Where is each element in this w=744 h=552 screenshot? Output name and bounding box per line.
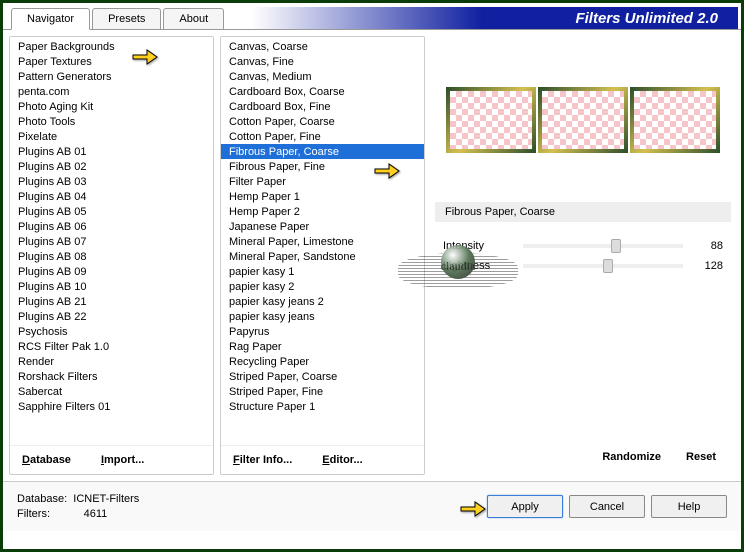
cancel-button[interactable]: Cancel bbox=[569, 495, 645, 518]
tab-presets[interactable]: Presets bbox=[92, 8, 161, 29]
list-item[interactable]: Sabercat bbox=[10, 384, 213, 399]
category-panel: Paper BackgroundsPaper TexturesPattern G… bbox=[9, 36, 214, 475]
list-item[interactable]: Plugins AB 04 bbox=[10, 189, 213, 204]
param-label: Intensity bbox=[443, 240, 523, 252]
list-item[interactable]: Striped Paper, Coarse bbox=[221, 369, 424, 384]
list-item[interactable]: penta.com bbox=[10, 84, 213, 99]
list-item[interactable]: Cardboard Box, Fine bbox=[221, 99, 424, 114]
list-item[interactable]: Cotton Paper, Coarse bbox=[221, 114, 424, 129]
database-button[interactable]: Database bbox=[22, 454, 71, 466]
list-item[interactable]: papier kasy 1 bbox=[221, 264, 424, 279]
list-item[interactable]: Cardboard Box, Coarse bbox=[221, 84, 424, 99]
list-item[interactable]: Hemp Paper 1 bbox=[221, 189, 424, 204]
app-title: Filters Unlimited 2.0 bbox=[575, 10, 718, 27]
main-panel: Paper BackgroundsPaper TexturesPattern G… bbox=[3, 29, 741, 481]
tab-navigator[interactable]: Navigator bbox=[11, 8, 90, 30]
list-item[interactable]: Fibrous Paper, Fine bbox=[221, 159, 424, 174]
list-item[interactable]: Structure Paper 1 bbox=[221, 399, 424, 414]
preview-frame bbox=[538, 87, 628, 153]
list-item[interactable]: Plugins AB 06 bbox=[10, 219, 213, 234]
list-item[interactable]: Fibrous Paper, Coarse bbox=[221, 144, 424, 159]
preview-image bbox=[446, 87, 720, 153]
right-panel: Fibrous Paper, Coarse Intensity 88 Lightne… bbox=[431, 36, 735, 475]
db-label: Database: bbox=[17, 493, 67, 505]
list-item[interactable]: Papyrus bbox=[221, 324, 424, 339]
tab-strip: Navigator Presets About bbox=[11, 8, 226, 29]
list-item[interactable]: Render bbox=[10, 354, 213, 369]
list-item[interactable]: Photo Aging Kit bbox=[10, 99, 213, 114]
filter-buttons: Filter Info... Editor... bbox=[221, 445, 424, 474]
list-item[interactable]: Hemp Paper 2 bbox=[221, 204, 424, 219]
footer-buttons: Apply Cancel Help bbox=[487, 495, 727, 518]
reset-button[interactable]: Reset bbox=[686, 451, 716, 463]
list-item[interactable]: papier kasy jeans bbox=[221, 309, 424, 324]
list-item[interactable]: Rag Paper bbox=[221, 339, 424, 354]
header-bar: Navigator Presets About Filters Unlimite… bbox=[3, 3, 741, 29]
list-item[interactable]: Mineral Paper, Sandstone bbox=[221, 249, 424, 264]
filters-count-label: Filters: bbox=[17, 508, 50, 520]
current-filter-label: Fibrous Paper, Coarse bbox=[435, 202, 731, 222]
list-item[interactable]: Photo Tools bbox=[10, 114, 213, 129]
import-button[interactable]: Import... bbox=[101, 454, 144, 466]
list-item[interactable]: Canvas, Fine bbox=[221, 54, 424, 69]
list-item[interactable]: Canvas, Coarse bbox=[221, 39, 424, 54]
list-item[interactable]: Pixelate bbox=[10, 129, 213, 144]
db-value: ICNET-Filters bbox=[73, 493, 139, 505]
randomize-button[interactable]: Randomize bbox=[602, 451, 661, 463]
param-slider[interactable] bbox=[523, 244, 683, 248]
list-item[interactable]: Plugins AB 08 bbox=[10, 249, 213, 264]
param-slider[interactable] bbox=[523, 264, 683, 268]
list-item[interactable]: papier kasy jeans 2 bbox=[221, 294, 424, 309]
filter-panel: Canvas, CoarseCanvas, FineCanvas, Medium… bbox=[220, 36, 425, 475]
param-row: Intensity 88 bbox=[443, 236, 723, 256]
param-row: Lightness 128 bbox=[443, 256, 723, 276]
param-value: 88 bbox=[683, 240, 723, 252]
list-item[interactable]: Plugins AB 09 bbox=[10, 264, 213, 279]
title-bar: Filters Unlimited 2.0 bbox=[226, 7, 738, 29]
list-item[interactable]: Paper Textures bbox=[10, 54, 213, 69]
list-item[interactable]: Plugins AB 05 bbox=[10, 204, 213, 219]
footer-info: Database: ICNET-Filters Filters: 4611 bbox=[17, 492, 487, 522]
list-item[interactable]: Japanese Paper bbox=[221, 219, 424, 234]
right-button-row: Randomize Reset bbox=[435, 443, 731, 471]
help-button[interactable]: Help bbox=[651, 495, 727, 518]
list-item[interactable]: Plugins AB 01 bbox=[10, 144, 213, 159]
editor-button[interactable]: Editor... bbox=[322, 454, 362, 466]
filter-listbox[interactable]: Canvas, CoarseCanvas, FineCanvas, Medium… bbox=[221, 37, 424, 445]
list-item[interactable]: Striped Paper, Fine bbox=[221, 384, 424, 399]
list-item[interactable]: Plugins AB 02 bbox=[10, 159, 213, 174]
list-item[interactable]: Sapphire Filters 01 bbox=[10, 399, 213, 414]
list-item[interactable]: Filter Paper bbox=[221, 174, 424, 189]
list-item[interactable]: Cotton Paper, Fine bbox=[221, 129, 424, 144]
list-item[interactable]: RCS Filter Pak 1.0 bbox=[10, 339, 213, 354]
filters-count-value: 4611 bbox=[84, 508, 108, 520]
list-item[interactable]: Paper Backgrounds bbox=[10, 39, 213, 54]
list-item[interactable]: Rorshack Filters bbox=[10, 369, 213, 384]
param-label: Lightness bbox=[443, 260, 523, 272]
preview-frame bbox=[446, 87, 536, 153]
list-item[interactable]: Plugins AB 10 bbox=[10, 279, 213, 294]
list-item[interactable]: Plugins AB 03 bbox=[10, 174, 213, 189]
list-item[interactable]: Pattern Generators bbox=[10, 69, 213, 84]
list-item[interactable]: Psychosis bbox=[10, 324, 213, 339]
list-item[interactable]: Mineral Paper, Limestone bbox=[221, 234, 424, 249]
list-item[interactable]: Plugins AB 21 bbox=[10, 294, 213, 309]
footer-bar: Database: ICNET-Filters Filters: 4611 Ap… bbox=[3, 481, 741, 531]
list-item[interactable]: Recycling Paper bbox=[221, 354, 424, 369]
list-item[interactable]: Plugins AB 22 bbox=[10, 309, 213, 324]
list-item[interactable]: papier kasy 2 bbox=[221, 279, 424, 294]
param-value: 128 bbox=[683, 260, 723, 272]
filter-info-button[interactable]: Filter Info... bbox=[233, 454, 292, 466]
preview-frame bbox=[630, 87, 720, 153]
category-buttons: Database Import... bbox=[10, 445, 213, 474]
apply-button[interactable]: Apply bbox=[487, 495, 563, 518]
tab-about[interactable]: About bbox=[163, 8, 224, 29]
category-listbox[interactable]: Paper BackgroundsPaper TexturesPattern G… bbox=[10, 37, 213, 445]
list-item[interactable]: Plugins AB 07 bbox=[10, 234, 213, 249]
parameters-panel: Intensity 88 Lightness 128 bbox=[435, 232, 731, 280]
list-item[interactable]: Canvas, Medium bbox=[221, 69, 424, 84]
preview-area bbox=[435, 40, 731, 200]
